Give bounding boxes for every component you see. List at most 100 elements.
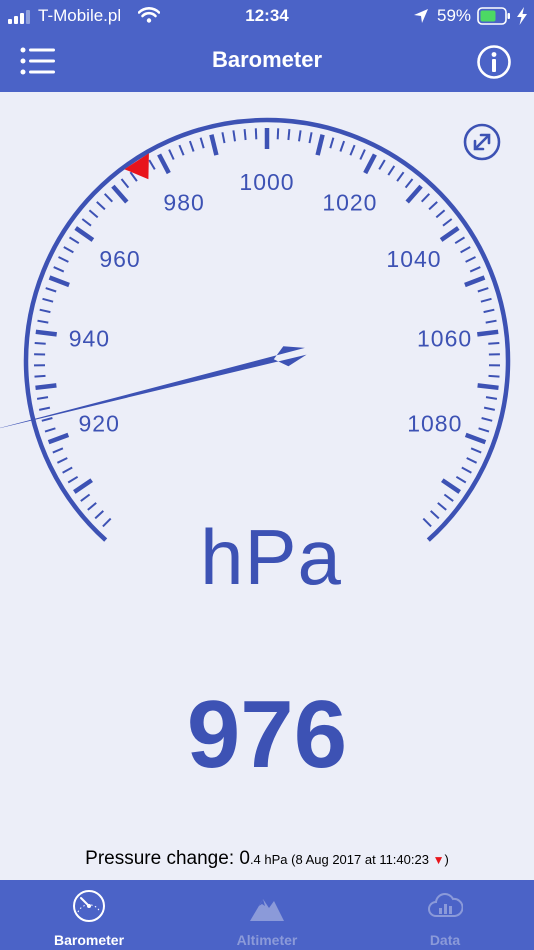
gauge-scale-label: 1080 — [407, 410, 462, 436]
pressure-change-closing: ) — [444, 852, 449, 867]
gauge-major-tick — [405, 184, 423, 204]
unit-label: hPa — [200, 513, 342, 601]
gauge-minor-tick — [88, 209, 99, 219]
gauge-major-tick — [48, 275, 70, 288]
gauge-minor-tick — [199, 137, 205, 149]
gauge-major-tick — [35, 383, 57, 391]
gauge-scale-label: 1020 — [322, 189, 377, 215]
gauge-scale-label: 920 — [79, 410, 120, 436]
charging-bolt-icon — [517, 7, 527, 25]
gauge-major-tick — [464, 432, 487, 445]
gauge-minor-tick — [53, 266, 65, 273]
barometer-gauge-icon — [73, 890, 105, 922]
gauge-minor-tick — [422, 517, 432, 528]
gauge-major-tick — [209, 134, 219, 156]
gauge-minor-tick — [243, 129, 247, 141]
gauge-scale-label: 940 — [69, 326, 110, 352]
gauge-major-tick — [47, 432, 70, 445]
gauge-minor-tick — [483, 406, 496, 411]
pressure-reading: 976 — [186, 681, 348, 788]
gauge-major-tick — [477, 329, 499, 337]
gauge-minor-tick — [103, 193, 114, 203]
gauge-minor-tick — [349, 144, 356, 156]
gauge-minor-tick — [455, 475, 467, 484]
gauge-minor-tick — [387, 165, 396, 176]
gauge-minor-tick — [67, 475, 79, 484]
gauge-major-tick — [477, 383, 499, 391]
gauge-minor-tick — [102, 517, 112, 528]
tab-bar: Barometer Altimeter Data — [0, 880, 534, 950]
gauge-minor-tick — [329, 137, 335, 149]
gauge-minor-tick — [87, 502, 97, 511]
gauge-major-tick — [35, 329, 57, 337]
gauge-major-tick — [315, 134, 325, 156]
gauge-minor-tick — [420, 193, 431, 203]
gauge-minor-tick — [485, 319, 497, 324]
tab-label: Altimeter — [236, 932, 298, 948]
gauge-minor-tick — [178, 144, 185, 156]
gauge-minor-tick — [469, 266, 481, 273]
gauge-minor-tick — [63, 246, 74, 254]
gauge-scale-label: 1060 — [417, 326, 472, 352]
gauge-minor-tick — [232, 130, 236, 142]
gauge-minor-tick — [470, 447, 482, 454]
gauge-minor-tick — [221, 132, 226, 144]
gauge-scale-label: 1040 — [386, 246, 441, 272]
pressure-change-detail: .4 hPa (8 Aug 2017 at 11:40:23 — [249, 852, 433, 867]
battery-icon — [477, 7, 510, 25]
gauge-minor-tick — [339, 140, 346, 152]
navigation-bar: Barometer — [0, 32, 534, 92]
tab-label: Barometer — [53, 932, 125, 948]
gauge-minor-tick — [454, 236, 466, 245]
gauge-minor-tick — [488, 374, 500, 378]
gauge-minor-tick — [443, 493, 454, 502]
gauge-minor-tick — [485, 396, 498, 400]
page-title: Barometer — [211, 47, 323, 72]
gauge-minor-tick — [428, 201, 438, 211]
gauge-minor-tick — [396, 171, 405, 182]
gauge-minor-tick — [34, 374, 46, 378]
tab-data[interactable]: Data — [356, 880, 534, 950]
tab-label: Data — [429, 932, 461, 948]
gauge-minor-tick — [480, 297, 492, 303]
gauge-major-tick — [363, 153, 377, 175]
tab-barometer[interactable]: Barometer — [0, 880, 178, 950]
gauge-minor-tick — [68, 236, 80, 245]
gauge-minor-tick — [276, 128, 280, 140]
gauge-minor-tick — [37, 319, 49, 324]
gauge-minor-tick — [38, 406, 51, 411]
expand-button[interactable] — [463, 123, 501, 161]
gauge-minor-tick — [466, 457, 478, 464]
gauge-minor-tick — [483, 308, 495, 314]
info-button[interactable] — [476, 44, 512, 80]
gauge-minor-tick — [477, 287, 489, 293]
tab-altimeter[interactable]: Altimeter — [178, 880, 356, 950]
gauge-minor-tick — [148, 159, 156, 170]
gauge-minor-tick — [378, 159, 386, 170]
gauge-minor-tick — [41, 417, 53, 422]
cloud-chart-icon — [428, 893, 463, 917]
gauge-minor-tick — [430, 510, 440, 520]
gauge-minor-tick — [465, 256, 476, 263]
gauge-minor-tick — [120, 178, 130, 189]
gauge-minor-tick — [359, 149, 366, 160]
gauge-minor-tick — [52, 447, 64, 454]
status-bar: T-Mobile.pl 12:34 59% — [0, 0, 534, 32]
gauge-minor-tick — [39, 308, 51, 314]
gauge-minor-tick — [287, 129, 291, 141]
gauge-major-tick — [111, 184, 129, 204]
gauge-minor-tick — [488, 342, 500, 345]
gauge-minor-tick — [94, 510, 104, 520]
gauge-major-tick — [74, 226, 95, 242]
gauge-major-tick — [439, 226, 460, 242]
gauge-minor-tick — [44, 427, 56, 433]
gauge-major-tick — [73, 478, 93, 494]
gauge-minor-tick — [461, 466, 472, 474]
gauge-minor-tick — [168, 149, 175, 160]
gauge-minor-tick — [42, 297, 54, 303]
pressure-change-text: Pressure change: 0.4 hPa (8 Aug 2017 at … — [0, 848, 534, 870]
gauge-minor-tick — [435, 209, 446, 219]
gauge-minor-tick — [188, 140, 195, 152]
gauge-major-tick — [464, 275, 486, 288]
gauge-scale-label: 1000 — [239, 169, 294, 195]
